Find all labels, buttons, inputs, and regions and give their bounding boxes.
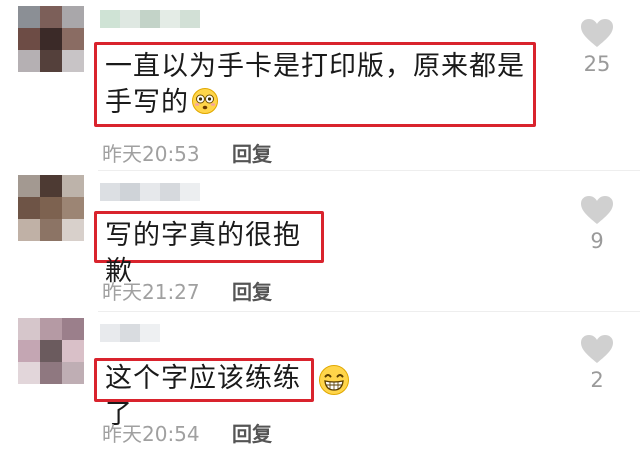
flushed-face-icon	[191, 87, 219, 125]
comment-text-box: 一直以为手卡是打印版，原来都是手写的	[94, 42, 536, 127]
comment-item: 写的字真的很抱歉 昨天21:27 回复 9	[0, 171, 640, 311]
reply-button[interactable]: 回复	[232, 418, 272, 447]
reply-button[interactable]: 回复	[232, 138, 272, 167]
comment-text-box: 写的字真的很抱歉	[94, 211, 324, 287]
grinning-face-icon	[318, 364, 350, 400]
username[interactable]	[100, 324, 160, 342]
like-count: 25	[583, 52, 611, 76]
comment-text-box: 这个字应该练练了	[94, 358, 314, 430]
like-button[interactable]: 2	[572, 334, 622, 392]
username[interactable]	[100, 10, 200, 28]
heart-icon	[572, 195, 622, 225]
heart-icon	[572, 334, 622, 364]
comment-text: 一直以为手卡是打印版，原来都是手写的	[105, 51, 525, 118]
like-count: 2	[590, 368, 604, 392]
heart-icon	[572, 18, 622, 48]
comment-item: 一直以为手卡是打印版，原来都是手写的 昨天20:53 回复 25	[0, 0, 640, 170]
like-button[interactable]: 9	[572, 195, 622, 253]
avatar[interactable]	[18, 6, 84, 72]
avatar[interactable]	[18, 318, 84, 384]
comment-time: 昨天20:53	[102, 142, 200, 166]
reply-button[interactable]: 回复	[232, 276, 272, 305]
comment-item: 这个字应该练练了 昨天20:54 回复 2	[0, 312, 640, 459]
like-count: 9	[590, 229, 604, 253]
username[interactable]	[100, 183, 200, 201]
like-button[interactable]: 25	[572, 18, 622, 76]
comment-time: 昨天20:54	[102, 422, 200, 446]
comment-time: 昨天21:27	[102, 280, 200, 304]
avatar[interactable]	[18, 175, 84, 241]
